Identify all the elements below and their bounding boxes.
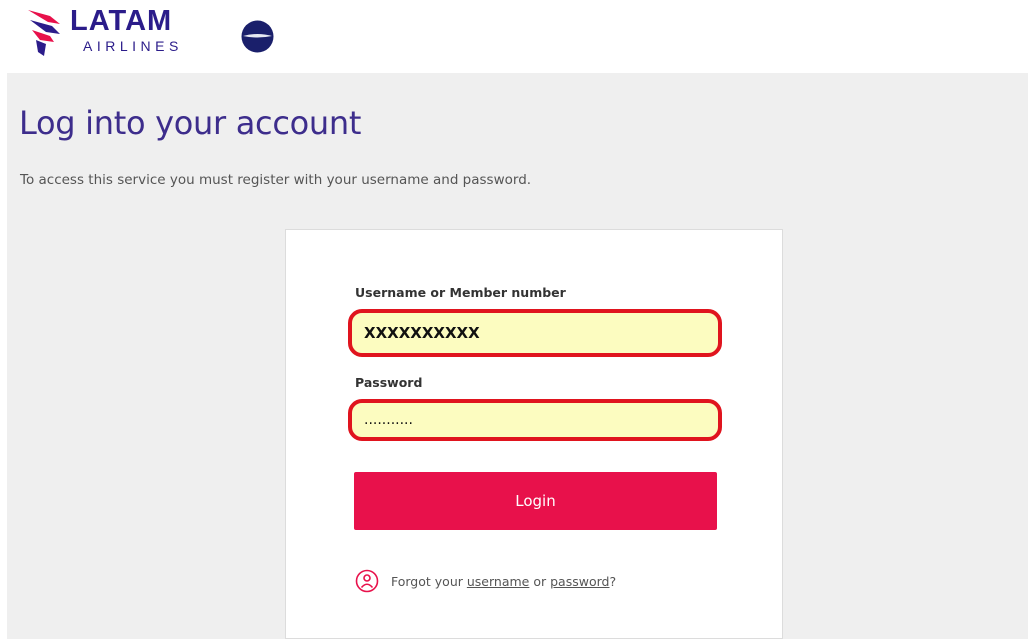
- brand-subname: AIRLINES: [83, 38, 183, 54]
- user-help-icon: [355, 569, 379, 593]
- username-label: Username or Member number: [355, 285, 566, 300]
- page-subtitle: To access this service you must register…: [20, 172, 532, 188]
- page-title: Log into your account: [19, 104, 362, 142]
- oneworld-globe-icon: [241, 20, 274, 53]
- login-section: Log into your account To access this ser…: [7, 73, 1028, 639]
- brand-name: LATAM: [70, 5, 173, 37]
- forgot-password-link[interactable]: password: [550, 574, 609, 589]
- forgot-suffix: ?: [609, 573, 617, 589]
- login-button[interactable]: Login: [354, 472, 717, 530]
- forgot-connector: or: [533, 573, 547, 589]
- site-header: LATAM AIRLINES: [0, 0, 1028, 72]
- latam-bird-icon: [28, 10, 60, 56]
- username-input[interactable]: [348, 309, 722, 357]
- forgot-prefix: Forgot your: [391, 573, 463, 589]
- password-label: Password: [355, 375, 423, 390]
- latam-logo[interactable]: LATAM AIRLINES: [26, 4, 206, 62]
- password-input[interactable]: [348, 399, 722, 441]
- forgot-username-link[interactable]: username: [467, 574, 530, 589]
- forgot-credentials: Forgot your username or password ?: [355, 566, 616, 596]
- login-card: Username or Member number Password Login…: [285, 229, 783, 639]
